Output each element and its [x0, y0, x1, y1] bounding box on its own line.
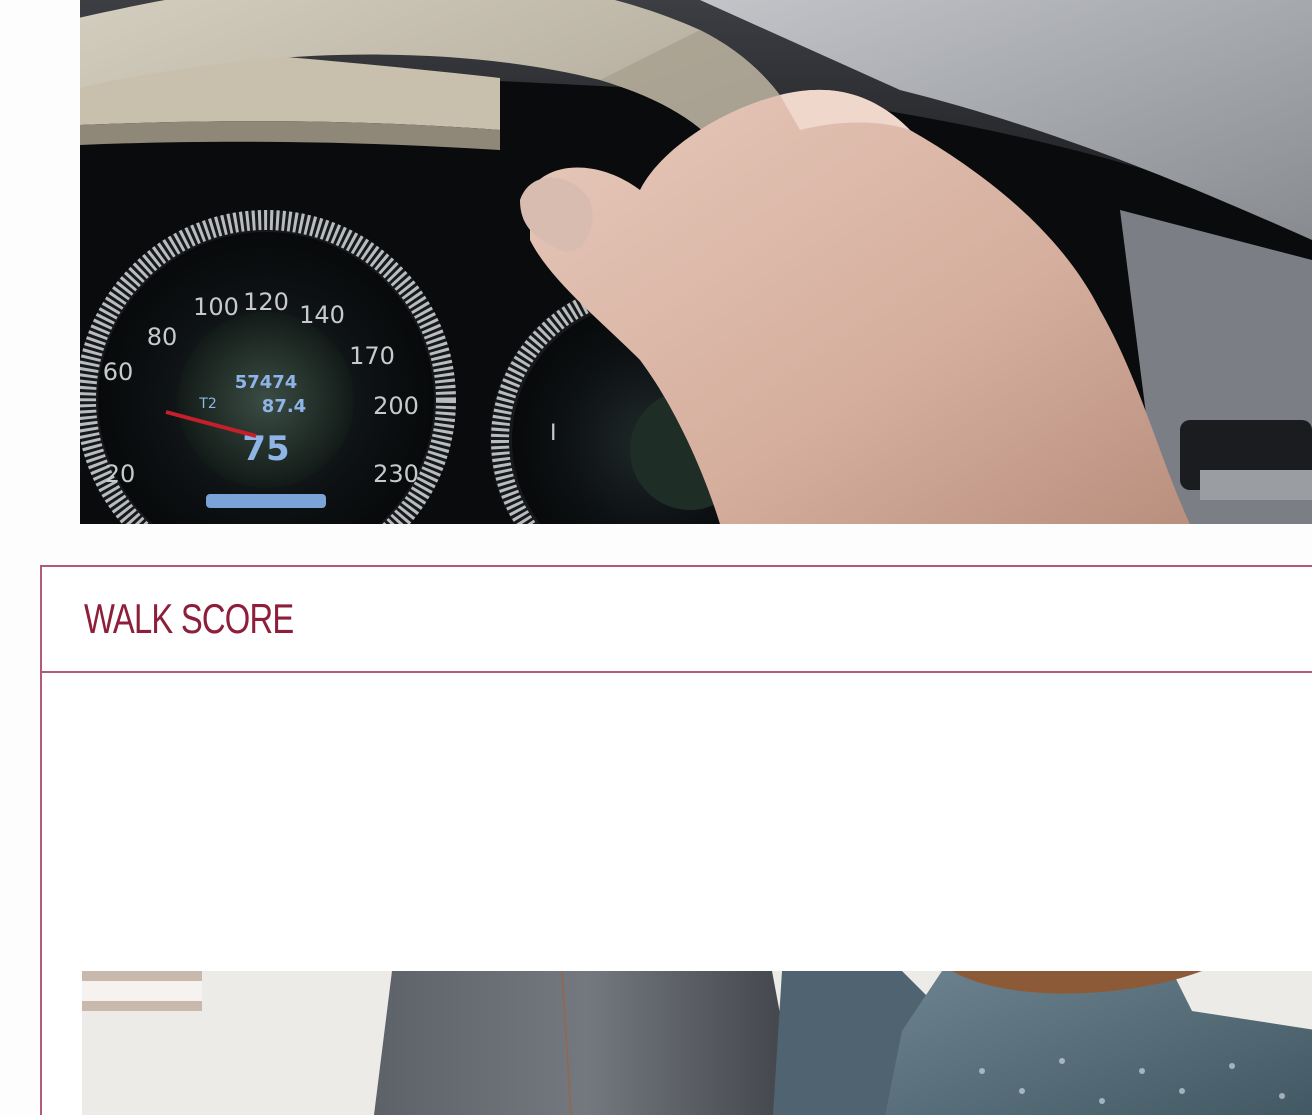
- svg-text:87.4: 87.4: [262, 396, 306, 417]
- svg-text:170: 170: [349, 342, 395, 370]
- svg-text:80: 80: [147, 323, 178, 351]
- svg-text:140: 140: [299, 301, 345, 329]
- svg-text:120: 120: [243, 288, 289, 316]
- svg-text:57474: 57474: [235, 372, 298, 393]
- svg-text:T2: T2: [198, 396, 216, 412]
- svg-text:I: I: [550, 421, 557, 446]
- walk-photo: [82, 971, 1312, 1115]
- dashboard-photo: 20 60 80 100 120 140 170 200 230 T2 5747…: [80, 0, 1312, 524]
- page: 20 60 80 100 120 140 170 200 230 T2 5747…: [0, 0, 1312, 1115]
- svg-text:20: 20: [105, 460, 136, 488]
- svg-text:230: 230: [373, 460, 419, 488]
- walk-score-body: [42, 673, 1312, 1115]
- svg-text:60: 60: [103, 358, 134, 386]
- walk-score-title: WALK SCORE: [84, 595, 294, 642]
- svg-text:100: 100: [193, 293, 239, 321]
- walk-score-panel: WALK SCORE: [40, 565, 1312, 1115]
- svg-text:200: 200: [373, 392, 419, 420]
- walk-score-header: WALK SCORE: [42, 567, 1312, 673]
